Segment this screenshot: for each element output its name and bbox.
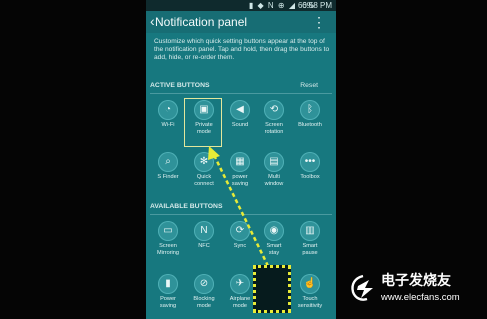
watermark-chinese-text: 电子发烧友 — [381, 272, 451, 288]
watermark-url: www.elecfans.com — [381, 292, 460, 303]
drop-target-slot[interactable] — [253, 265, 291, 313]
watermark: 电子发烧友 www.elecfans.com — [349, 272, 481, 310]
elecfans-logo — [351, 274, 373, 301]
